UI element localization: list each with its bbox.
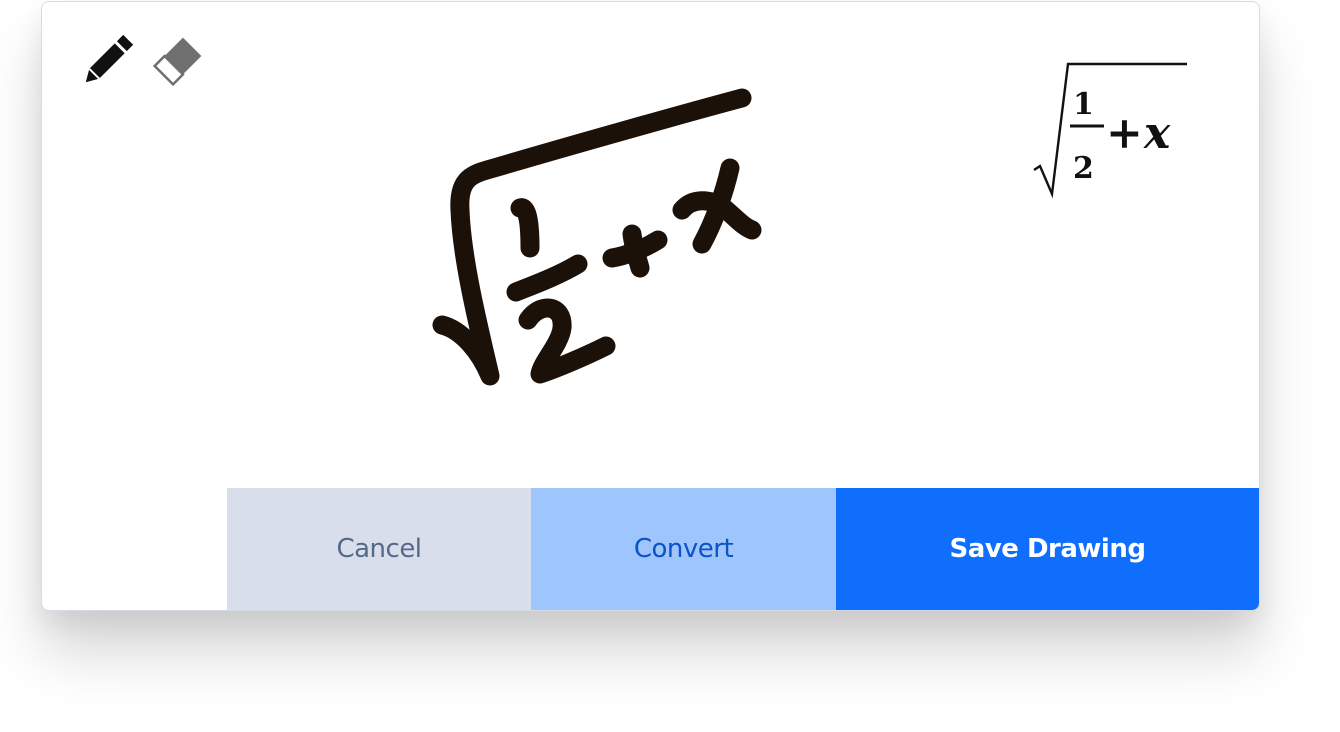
eraser-tool-button[interactable] — [148, 28, 208, 94]
preview-variable: x — [1143, 108, 1171, 159]
ink-stroke-plus-horizontal — [602, 230, 668, 268]
pencil-icon — [85, 34, 134, 83]
preview-numerator: 1 — [1073, 87, 1094, 122]
dialog-actions: Cancel Convert Save Drawing — [227, 488, 1259, 610]
eraser-icon — [152, 37, 202, 87]
ink-stroke-denominator-two — [518, 298, 616, 384]
converted-math-preview: 1 2 + x — [1033, 62, 1187, 199]
preview-denominator: 2 — [1073, 151, 1094, 186]
pencil-tool-button[interactable] — [78, 28, 138, 94]
math-drawing-dialog: 1 2 + x Cancel Convert Save Drawing — [41, 1, 1260, 611]
drawing-toolbar — [78, 28, 208, 94]
preview-plus: + — [1106, 108, 1143, 159]
stage: 1 2 + x Cancel Convert Save Drawing — [0, 0, 1340, 732]
cancel-button[interactable]: Cancel — [227, 488, 531, 610]
ink-stroke-fraction-bar — [506, 254, 588, 302]
save-drawing-button[interactable]: Save Drawing — [836, 488, 1259, 610]
convert-button[interactable]: Convert — [531, 488, 836, 610]
ink-stroke-numerator-one — [510, 198, 540, 258]
